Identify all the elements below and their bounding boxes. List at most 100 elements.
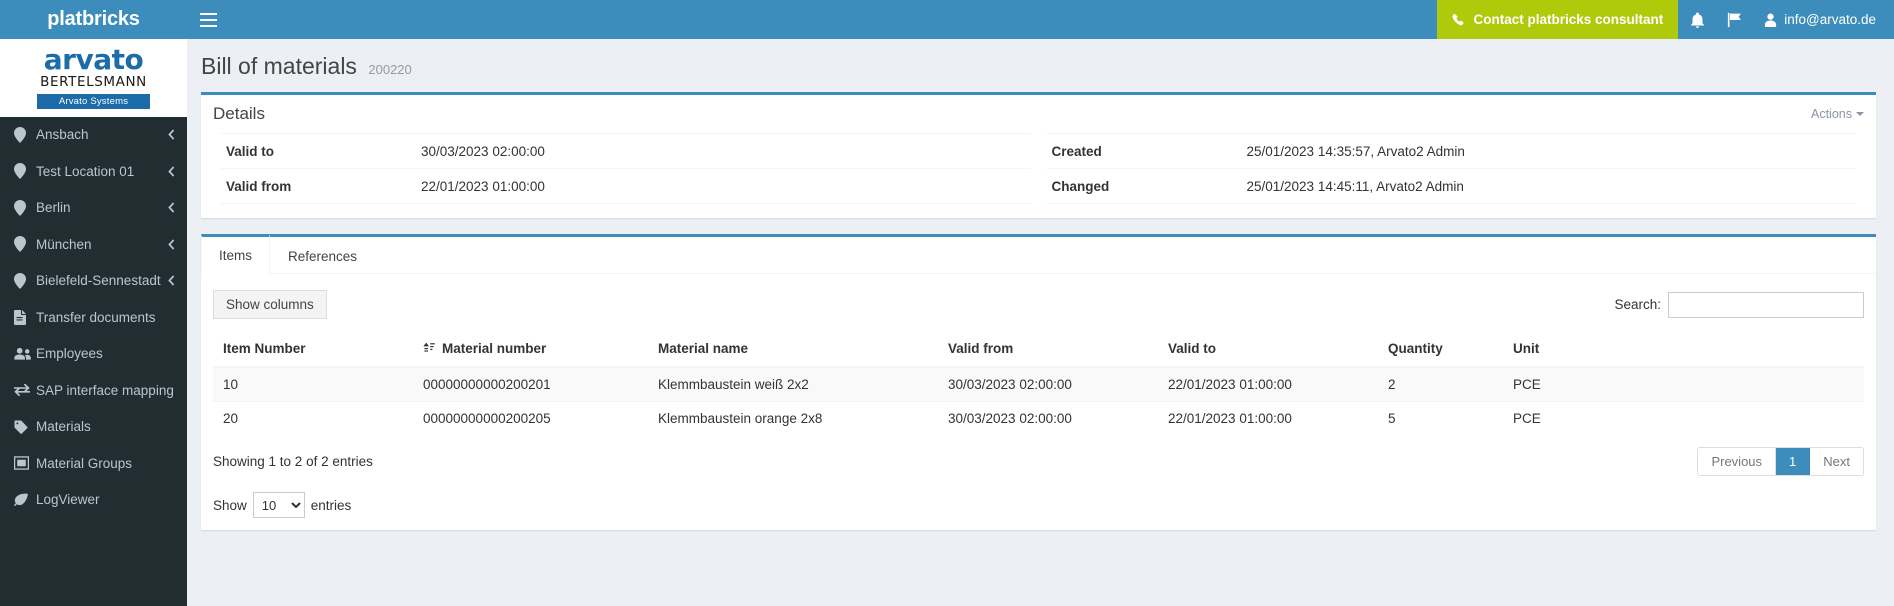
- cell-valid-from: 30/03/2023 02:00:00: [938, 366, 1158, 402]
- brand-logo[interactable]: platbricks: [0, 0, 187, 39]
- column-header-quantity[interactable]: Quantity: [1378, 333, 1503, 368]
- cell-material-name: Klemmbaustein weiß 2x2: [648, 366, 938, 402]
- details-title: Details: [213, 104, 265, 123]
- column-header-material-name[interactable]: Material name: [648, 333, 938, 368]
- sidebar-item-transfer-documents[interactable]: Transfer documents: [0, 299, 187, 336]
- page-header: Bill of materials 200220: [187, 39, 1894, 92]
- detail-row: Valid to 30/03/2023 02:00:00: [221, 133, 1031, 169]
- search-input[interactable]: [1668, 291, 1864, 318]
- user-email-label: info@arvato.de: [1784, 12, 1876, 27]
- tag-icon: [14, 420, 36, 434]
- sidebar-item-ansbach[interactable]: Ansbach: [0, 117, 187, 154]
- column-header-material-number[interactable]: Material number: [413, 333, 648, 368]
- column-header-valid-to[interactable]: Valid to: [1158, 333, 1378, 368]
- sidebar-toggle-button[interactable]: [187, 0, 229, 39]
- sidebar-item-label: Materials: [36, 419, 91, 435]
- sidebar-item-employees[interactable]: Employees: [0, 336, 187, 373]
- file-icon: [14, 309, 36, 325]
- sidebar-item-material-groups[interactable]: Material Groups: [0, 445, 187, 482]
- column-header-valid-from[interactable]: Valid from: [938, 333, 1158, 368]
- detail-term: Valid to: [226, 144, 275, 159]
- tab-panel-items: Show columns Search: Item Number Material…: [201, 274, 1876, 530]
- length-suffix-label: entries: [310, 497, 352, 513]
- details-right-column: Created 25/01/2023 14:35:57, Arvato2 Admi…: [1039, 133, 1865, 204]
- contact-consultant-label: Contact platbricks consultant: [1473, 12, 1664, 27]
- detail-value: 25/01/2023 14:45:11, Arvato2 Admin: [1246, 179, 1464, 194]
- sidebar-item-logviewer[interactable]: LogViewer: [0, 482, 187, 519]
- tab-list: Items References: [201, 234, 1876, 274]
- table-row[interactable]: 20 00000000000200205 Klemmbaustein orange …: [213, 401, 1864, 435]
- sidebar-item-sap-interface-mapping[interactable]: SAP interface mapping: [0, 372, 187, 409]
- caret-down-icon: [1856, 112, 1864, 116]
- sidebar-item-label: Ansbach: [36, 127, 89, 143]
- table-toolbar: Show columns Search:: [213, 284, 1864, 323]
- cell-quantity: 2: [1378, 366, 1503, 402]
- sidebar-item-materials[interactable]: Materials: [0, 409, 187, 446]
- notifications-button[interactable]: [1678, 0, 1716, 39]
- sort-asc-icon: [423, 342, 435, 355]
- contact-consultant-button[interactable]: Contact platbricks consultant: [1437, 0, 1679, 39]
- table-header-row: Item Number Material number Material name V…: [213, 333, 1864, 368]
- sidebar-item-test-location-01[interactable]: Test Location 01: [0, 153, 187, 190]
- sidebar-item-m-nchen[interactable]: München: [0, 226, 187, 263]
- body-wrapper: arvato BERTELSMANN Arvato Systems Ansbac…: [0, 39, 1894, 606]
- cell-material-name: Klemmbaustein orange 2x8: [648, 401, 938, 435]
- sidebar-item-label: Material Groups: [36, 455, 133, 471]
- arvato-logo: arvato BERTELSMANN Arvato Systems: [0, 39, 187, 117]
- tab-items[interactable]: Items: [201, 234, 271, 274]
- pagination-next-button[interactable]: Next: [1810, 448, 1863, 475]
- column-header-label: Item Number: [223, 341, 306, 356]
- column-header-label: Quantity: [1388, 341, 1443, 356]
- detail-term: Changed: [1051, 179, 1110, 194]
- leaf-icon: [14, 493, 36, 507]
- details-left-column: Valid to 30/03/2023 02:00:00 Valid from 22/…: [213, 133, 1039, 204]
- main-navbar: Contact platbricks consultant info@arvat…: [187, 0, 1894, 39]
- sidebar-item-berlin[interactable]: Berlin: [0, 190, 187, 227]
- arvato-logo-badge: Arvato Systems: [36, 93, 151, 109]
- map-marker-icon: [14, 272, 36, 289]
- column-header-item-number[interactable]: Item Number: [213, 333, 413, 368]
- map-marker-icon: [14, 163, 36, 180]
- users-icon: [14, 347, 36, 360]
- cell-valid-to: 22/01/2023 01:00:00: [1158, 366, 1378, 402]
- sidebar-item-bielefeld-sennestadt[interactable]: Bielefeld-Sennestadt: [0, 263, 187, 300]
- image-icon: [14, 456, 36, 471]
- page-title: Bill of materials: [201, 53, 357, 79]
- arvato-logo-bertelsmann: BERTELSMANN: [40, 74, 147, 91]
- detail-term: Created: [1051, 144, 1102, 159]
- items-table: Item Number Material number Material name V…: [213, 333, 1864, 435]
- sidebar-item-label: Test Location 01: [36, 163, 135, 179]
- navbar-right: Contact platbricks consultant info@arvat…: [1437, 0, 1894, 39]
- table-row[interactable]: 10 00000000000200201 Klemmbaustein weiß 2x…: [213, 366, 1864, 402]
- flag-icon: [1727, 12, 1743, 28]
- sidebar-menu: Ansbach Test Location 01 Berlin München Biel…: [0, 117, 187, 519]
- cell-material-number: 00000000000200201: [413, 366, 648, 402]
- map-marker-icon: [14, 199, 36, 216]
- column-header-unit[interactable]: Unit: [1503, 333, 1864, 368]
- tab-references[interactable]: References: [270, 237, 375, 274]
- main-content: Bill of materials 200220 Details Actions…: [187, 39, 1894, 606]
- show-columns-button[interactable]: Show columns: [213, 290, 327, 319]
- hamburger-icon: [199, 12, 217, 27]
- cell-material-number: 00000000000200205: [413, 401, 648, 435]
- items-table-head: Item Number Material number Material name V…: [213, 333, 1864, 368]
- pagination-previous-button[interactable]: Previous: [1698, 448, 1777, 475]
- chevron-left-icon: [168, 129, 175, 140]
- actions-dropdown-button[interactable]: Actions: [1811, 107, 1864, 121]
- flags-button[interactable]: [1716, 0, 1754, 39]
- exchange-icon: [14, 383, 36, 397]
- length-prefix-label: Show: [213, 497, 247, 513]
- content-inner: Details Actions Valid to 30/03/2023 02:00…: [187, 92, 1894, 530]
- items-table-body: 10 00000000000200201 Klemmbaustein weiß 2x…: [213, 366, 1864, 435]
- pagination-page-1[interactable]: 1: [1776, 448, 1811, 475]
- arvato-logo-name: arvato: [43, 43, 144, 76]
- cell-item-number: 20: [213, 401, 413, 435]
- sidebar-item-label: Transfer documents: [36, 309, 156, 325]
- page-subtitle: 200220: [368, 62, 412, 77]
- user-menu-button[interactable]: info@arvato.de: [1754, 0, 1894, 39]
- detail-term: Valid from: [226, 179, 292, 194]
- detail-row: Changed 25/01/2023 14:45:11, Arvato2 Admi…: [1046, 169, 1856, 204]
- entries-per-page-select[interactable]: 102550100: [252, 492, 305, 518]
- cell-unit: PCE: [1503, 401, 1864, 435]
- map-marker-icon: [14, 236, 36, 253]
